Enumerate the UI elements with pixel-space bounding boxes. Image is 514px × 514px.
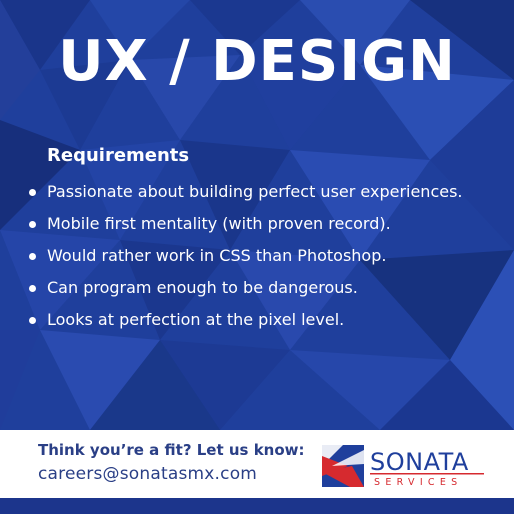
requirement-item: Would rather work in CSS than Photoshop.	[28, 240, 498, 272]
bullet-icon	[29, 253, 36, 260]
requirement-text: Mobile first mentality (with proven reco…	[47, 214, 391, 233]
bullet-icon	[29, 189, 36, 196]
bullet-icon	[29, 221, 36, 228]
bullet-icon	[29, 317, 36, 324]
sonata-logo: SONATA SERVICES	[322, 445, 484, 488]
requirement-item: Can program enough to be dangerous.	[28, 272, 498, 304]
requirements-heading: Requirements	[47, 145, 190, 166]
logo-subtitle: SERVICES	[374, 477, 462, 488]
cta-text: Think you’re a fit? Let us know:	[38, 441, 305, 459]
requirement-item: Passionate about building perfect user e…	[28, 176, 498, 208]
footer-panel: Think you’re a fit? Let us know: careers…	[0, 430, 514, 498]
requirement-text: Can program enough to be dangerous.	[47, 278, 358, 297]
bullet-icon	[29, 285, 36, 292]
requirement-text: Looks at perfection at the pixel level.	[47, 310, 345, 329]
footer-band	[0, 498, 514, 514]
job-poster: UX / DESIGN Requirements Passionate abou…	[0, 0, 514, 514]
requirement-text: Would rather work in CSS than Photoshop.	[47, 246, 387, 265]
contact-email-link[interactable]: careers@sonatasmx.com	[38, 462, 257, 486]
requirement-text: Passionate about building perfect user e…	[47, 182, 463, 201]
requirements-list: Passionate about building perfect user e…	[28, 176, 498, 336]
requirement-item: Looks at perfection at the pixel level.	[28, 304, 498, 336]
poster-title: UX / DESIGN	[58, 29, 456, 94]
logo-name: SONATA	[370, 448, 469, 476]
requirement-item: Mobile first mentality (with proven reco…	[28, 208, 498, 240]
